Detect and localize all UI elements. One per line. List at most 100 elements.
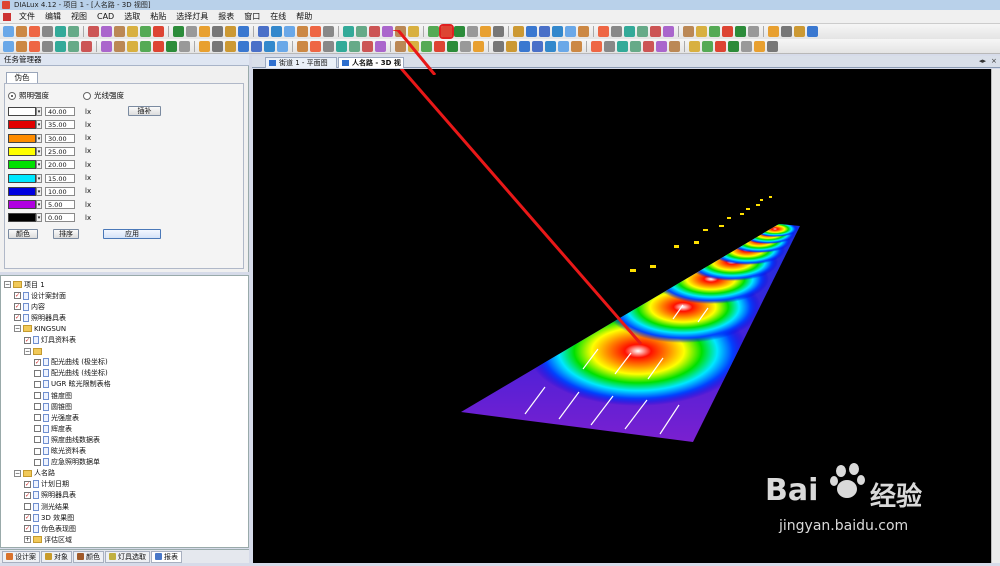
toolbar-button-icon[interactable]: [199, 40, 210, 52]
toolbar-button-icon[interactable]: [735, 26, 746, 37]
tree-expander-icon[interactable]: −: [24, 347, 31, 355]
tree-expander-icon[interactable]: −: [4, 281, 11, 288]
toolbar-button-icon[interactable]: [343, 26, 354, 37]
tree-item[interactable]: + 评估区域: [24, 534, 72, 545]
tree-item[interactable]: 配光曲线 (线坐标): [34, 368, 108, 379]
toolbar-button-icon[interactable]: [336, 40, 347, 52]
menu-edit[interactable]: 编辑: [40, 11, 66, 22]
tree-checkbox[interactable]: [34, 425, 41, 433]
tree-item[interactable]: ✓ 灯具资料表: [24, 335, 76, 346]
toolbar-button-icon[interactable]: [55, 26, 66, 37]
toolbar-button-icon[interactable]: [349, 40, 360, 52]
color-swatch[interactable]: [8, 133, 36, 143]
toolbar-button-icon[interactable]: [153, 26, 164, 37]
tab-false-color[interactable]: 伪色: [6, 72, 38, 83]
toolbar-button-icon[interactable]: [781, 26, 792, 37]
toolbar-button-icon[interactable]: [310, 26, 321, 37]
toolbar-button-icon[interactable]: [68, 26, 79, 37]
apply-button[interactable]: 应用: [103, 229, 161, 239]
tab-scroll-arrows-icon[interactable]: ◂▸: [979, 57, 986, 65]
toolbar-button-icon[interactable]: [702, 40, 713, 52]
color-dropdown-icon[interactable]: ▾: [36, 146, 42, 156]
toolbar-button-icon[interactable]: [356, 26, 367, 37]
toolbar-button-icon[interactable]: [81, 40, 92, 52]
toolbar-button-icon[interactable]: [238, 40, 249, 52]
toolbar-button-icon[interactable]: [127, 40, 138, 52]
toolbar-button-icon[interactable]: [114, 40, 125, 52]
color-button[interactable]: 颜色: [8, 229, 38, 239]
bottom-tab[interactable]: 对象: [41, 550, 72, 563]
toolbar-button-icon[interactable]: [16, 26, 27, 37]
tree-item[interactable]: 锥度图: [34, 390, 72, 401]
color-swatch[interactable]: [8, 160, 36, 170]
tree-item[interactable]: ✓ 照明器具表: [24, 490, 76, 501]
toolbar-button-icon[interactable]: [3, 40, 14, 52]
close-view-icon[interactable]: ×: [991, 57, 997, 65]
menu-window[interactable]: 窗口: [239, 11, 265, 22]
toolbar-button-icon[interactable]: [264, 40, 275, 52]
threshold-value-field[interactable]: 20.00: [45, 160, 75, 170]
color-dropdown-icon[interactable]: ▾: [36, 120, 42, 130]
toolbar-button-icon[interactable]: [42, 40, 53, 52]
toolbar-button-icon[interactable]: [166, 40, 177, 52]
menu-select[interactable]: 选取: [119, 11, 145, 22]
toolbar-button-icon[interactable]: [173, 26, 184, 37]
toolbar-button-icon[interactable]: [807, 26, 818, 37]
menu-file[interactable]: 文件: [14, 11, 40, 22]
toolbar-button-icon[interactable]: [88, 26, 99, 37]
viewport-scrollbar[interactable]: [991, 69, 1000, 563]
toolbar-button-icon[interactable]: [669, 40, 680, 52]
tree-item[interactable]: ✓ 照明器具表: [14, 312, 66, 323]
threshold-value-field[interactable]: 5.00: [45, 200, 75, 210]
toolbar-button-icon[interactable]: [696, 26, 707, 37]
toolbar-button-icon[interactable]: [114, 26, 125, 37]
tree-checkbox[interactable]: ✓: [24, 525, 31, 533]
toolbar-button-icon[interactable]: [29, 40, 40, 52]
threshold-value-field[interactable]: 0.00: [45, 213, 75, 223]
tree-checkbox[interactable]: ✓: [34, 358, 41, 366]
color-dropdown-icon[interactable]: ▾: [36, 133, 42, 143]
toolbar-button-icon[interactable]: [297, 26, 308, 37]
tree-item[interactable]: 圆锥图: [34, 401, 72, 412]
toolbar-button-icon[interactable]: [663, 26, 674, 37]
toolbar-button-icon[interactable]: [271, 26, 282, 37]
toolbar-button-icon[interactable]: [683, 26, 694, 37]
toolbar-button-icon[interactable]: [323, 40, 334, 52]
tree-item[interactable]: −: [24, 346, 44, 357]
tree-item[interactable]: 应急照明数据单: [34, 457, 100, 468]
toolbar-button-icon[interactable]: [212, 40, 223, 52]
toolbar-button-icon[interactable]: [323, 26, 334, 37]
tree-item[interactable]: 辉度表: [34, 423, 72, 434]
toolbar-button-icon[interactable]: [55, 40, 66, 52]
toolbar-button-icon[interactable]: [101, 26, 112, 37]
color-dropdown-icon[interactable]: ▾: [36, 200, 42, 210]
tree-item[interactable]: ✓ 伪色表现图: [24, 523, 76, 534]
tree-checkbox[interactable]: ✓: [14, 303, 21, 311]
radio-luminance-dot[interactable]: [83, 91, 91, 100]
color-swatch[interactable]: [8, 146, 36, 156]
menu-help[interactable]: 帮助: [291, 11, 317, 22]
color-dropdown-icon[interactable]: ▾: [36, 173, 42, 183]
toolbar-button-icon[interactable]: [140, 26, 151, 37]
color-swatch[interactable]: [8, 186, 36, 196]
tree-checkbox[interactable]: ✓: [24, 480, 31, 488]
tree-checkbox[interactable]: [34, 392, 41, 399]
toolbar-button-icon[interactable]: [650, 26, 661, 37]
menu-report[interactable]: 报表: [213, 11, 239, 22]
threshold-value-field[interactable]: 30.00: [45, 133, 75, 143]
threshold-value-field[interactable]: 35.00: [45, 120, 75, 130]
toolbar-button-icon[interactable]: [101, 40, 112, 52]
toolbar-button-icon[interactable]: [767, 40, 778, 52]
toolbar-button-icon[interactable]: [643, 40, 654, 52]
tree-item[interactable]: 照度曲线数据表: [34, 434, 100, 445]
toolbar-button-icon[interactable]: [794, 26, 805, 37]
color-dropdown-icon[interactable]: ▾: [36, 107, 42, 116]
toolbar-button-icon[interactable]: [16, 40, 27, 52]
color-swatch[interactable]: [8, 213, 36, 223]
toolbar-button-icon[interactable]: [754, 40, 765, 52]
tree-item[interactable]: ✓ 内容: [14, 301, 45, 312]
toolbar-button-icon[interactable]: [722, 26, 733, 37]
toolbar-button-icon[interactable]: [748, 26, 759, 37]
menu-view[interactable]: 视图: [66, 11, 92, 22]
toolbar-button-icon[interactable]: [310, 40, 321, 52]
